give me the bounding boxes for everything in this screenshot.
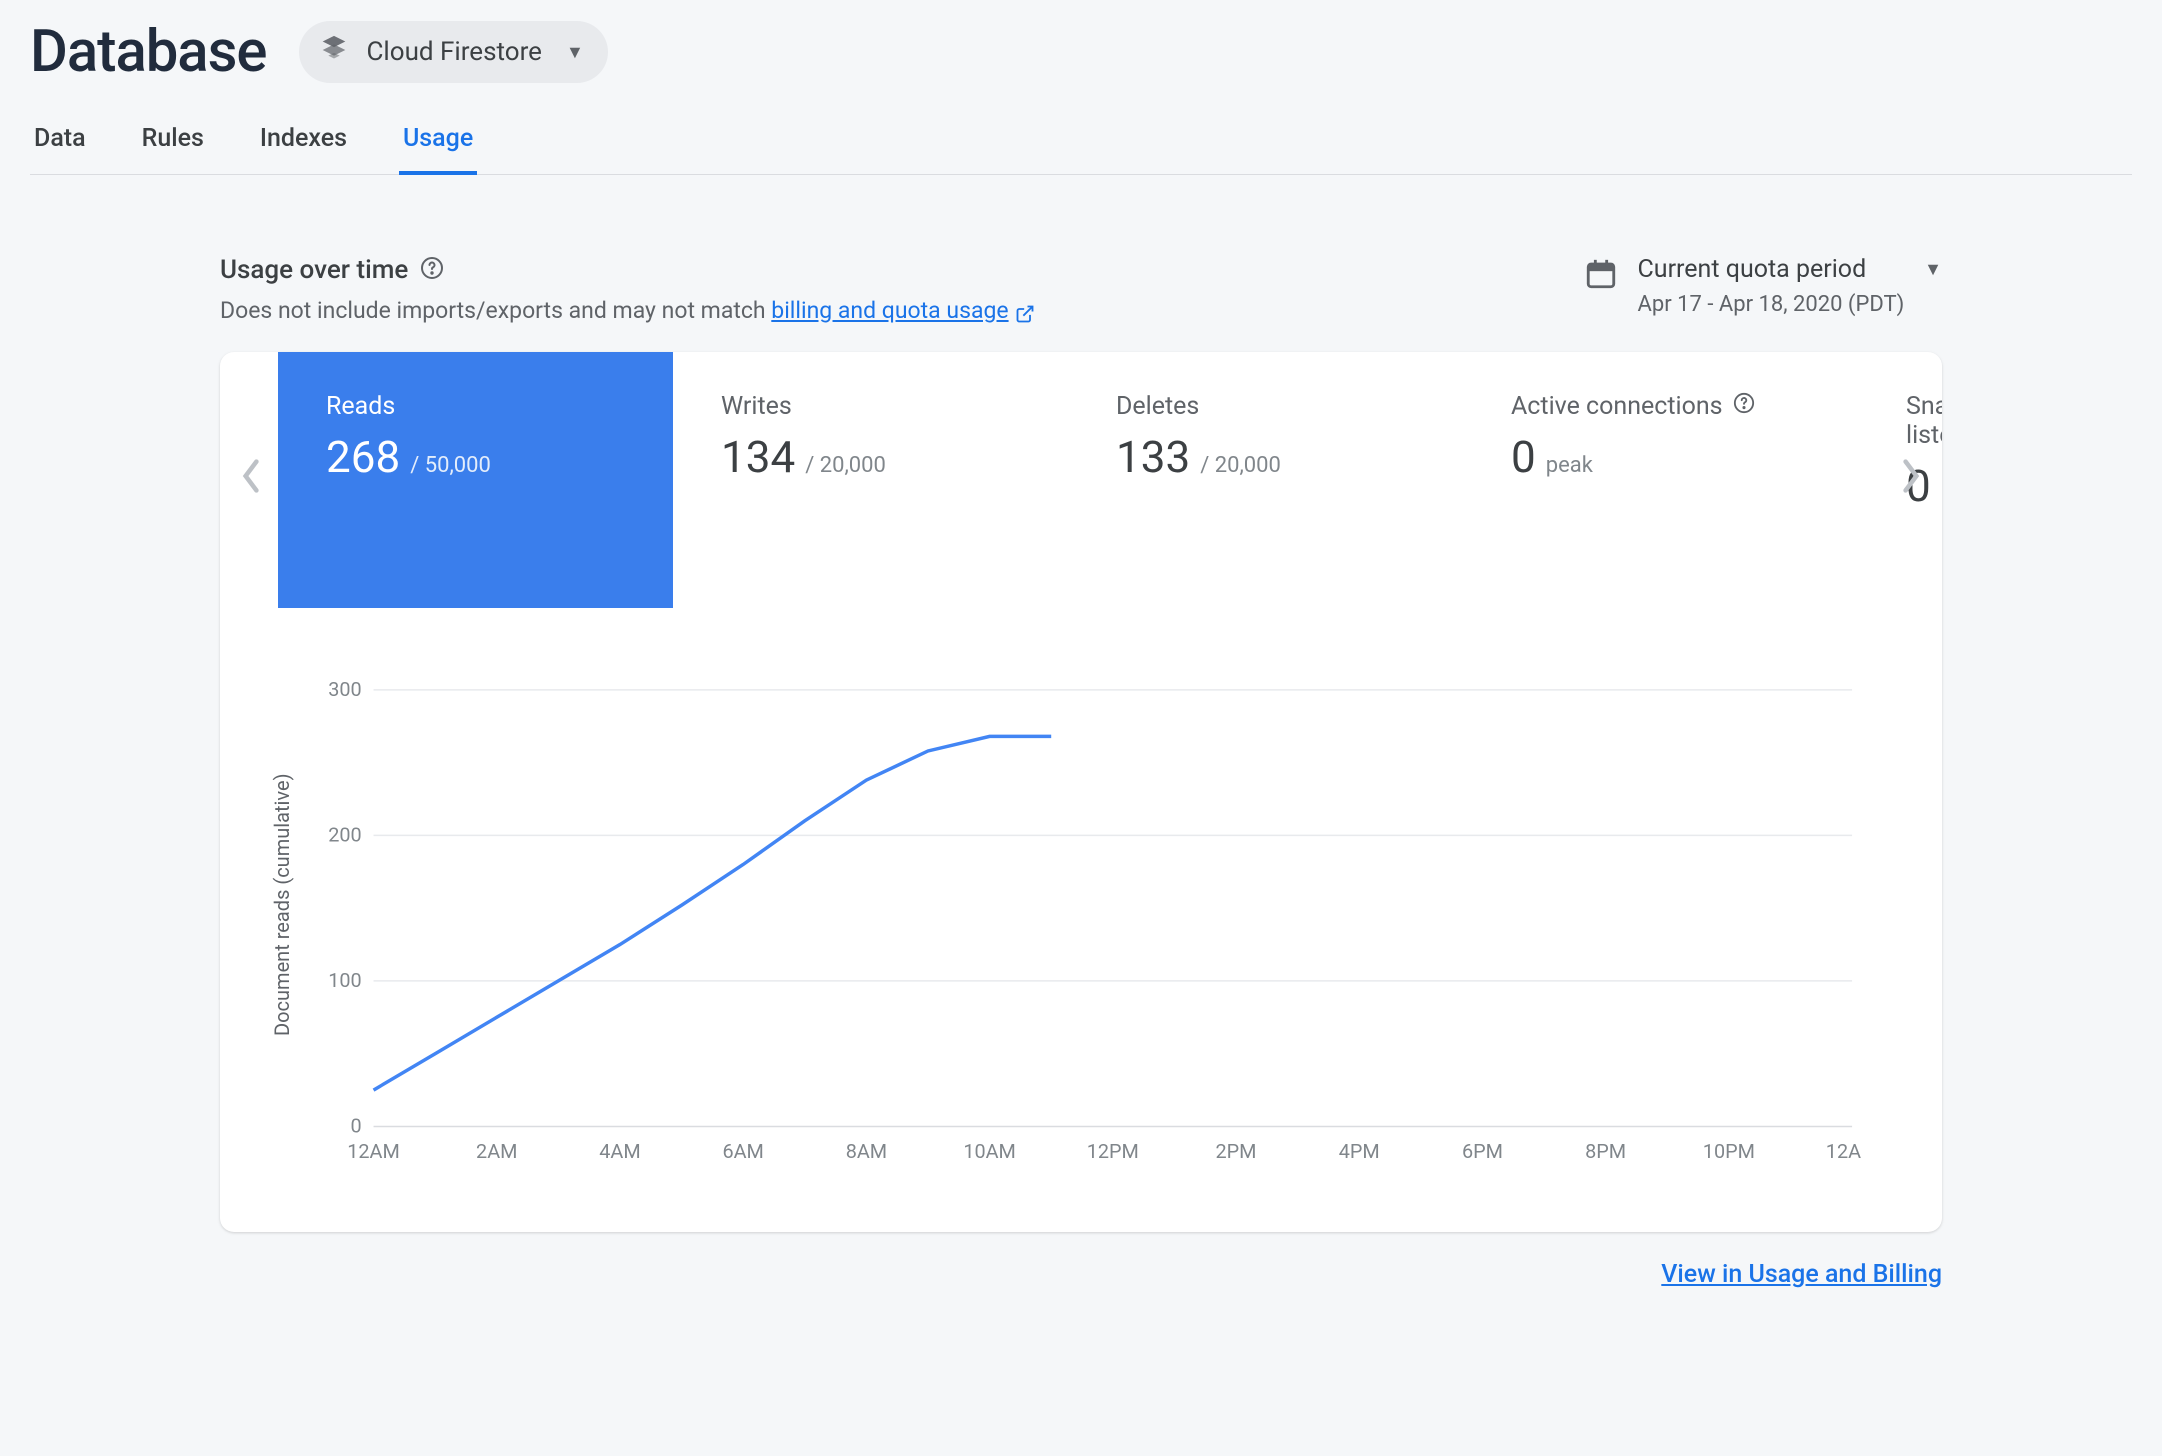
- y-axis-label: Document reads (cumulative): [270, 678, 294, 1132]
- metric-value: 0: [1511, 431, 1536, 483]
- metric-card-active-connections[interactable]: Active connections 0 peak: [1463, 352, 1858, 608]
- tab-indexes[interactable]: Indexes: [256, 114, 351, 175]
- database-selector-label: Cloud Firestore: [367, 37, 542, 67]
- metric-limit: / 20,000: [805, 453, 886, 478]
- chevron-left-icon[interactable]: [230, 448, 272, 512]
- metric-limit: / 50,000: [410, 453, 491, 478]
- metric-suffix: peak: [1546, 453, 1593, 478]
- database-selector-dropdown[interactable]: Cloud Firestore ▼: [299, 21, 608, 83]
- period-range: Apr 17 - Apr 18, 2020 (PDT): [1638, 292, 1942, 317]
- page-title: Database: [30, 18, 267, 86]
- firestore-icon: [317, 33, 351, 71]
- help-icon[interactable]: [1733, 392, 1755, 421]
- tab-rules[interactable]: Rules: [138, 114, 208, 175]
- metric-card-writes[interactable]: Writes 134 / 20,000: [673, 352, 1068, 608]
- metric-label: Active connections: [1511, 392, 1810, 421]
- metric-card-deletes[interactable]: Deletes 133 / 20,000: [1068, 352, 1463, 608]
- tab-data[interactable]: Data: [30, 114, 90, 175]
- svg-text:8AM: 8AM: [846, 1140, 887, 1163]
- svg-text:4PM: 4PM: [1339, 1140, 1380, 1163]
- line-chart: 0 100 200 300 12AM 2AM 4AM 6AM 8AM 10AM 12PM 2PM 4PM…: [314, 678, 1862, 1178]
- period-selector[interactable]: Current quota period ▼ Apr 17 - Apr 18, …: [1584, 255, 1942, 317]
- calendar-icon: [1584, 255, 1618, 295]
- metric-card-reads[interactable]: Reads 268 / 50,000: [278, 352, 673, 608]
- chevron-right-icon[interactable]: [1890, 448, 1932, 512]
- metric-label: Reads: [326, 392, 625, 421]
- svg-text:12AM: 12AM: [1826, 1140, 1862, 1163]
- metric-label: Snapshot listeners: [1906, 392, 1942, 450]
- svg-text:6AM: 6AM: [722, 1140, 763, 1163]
- svg-text:10AM: 10AM: [963, 1140, 1016, 1163]
- svg-text:6PM: 6PM: [1462, 1140, 1503, 1163]
- svg-text:0: 0: [350, 1114, 361, 1137]
- chart-series-reads: [374, 736, 1052, 1090]
- svg-text:12AM: 12AM: [347, 1140, 400, 1163]
- svg-text:100: 100: [328, 969, 361, 992]
- metric-value: 133: [1116, 431, 1190, 483]
- section-title: Usage over time: [220, 255, 408, 285]
- usage-card: Reads268/ 50,000Writes134/ 20,000Deletes…: [220, 352, 1942, 1232]
- billing-quota-link[interactable]: billing and quota usage: [771, 297, 1008, 324]
- tabs-bar: Data Rules Indexes Usage: [30, 114, 2132, 175]
- svg-text:2PM: 2PM: [1216, 1140, 1257, 1163]
- metric-limit: / 20,000: [1200, 453, 1281, 478]
- chevron-down-icon: ▼: [566, 42, 584, 63]
- metric-value: 268: [326, 431, 400, 483]
- svg-text:10PM: 10PM: [1703, 1140, 1755, 1163]
- help-icon[interactable]: [420, 256, 444, 284]
- svg-text:2AM: 2AM: [476, 1140, 517, 1163]
- svg-text:300: 300: [328, 678, 361, 701]
- external-link-icon: [1009, 297, 1035, 324]
- svg-text:200: 200: [328, 823, 361, 846]
- chevron-down-icon: ▼: [1924, 259, 1942, 280]
- svg-text:4AM: 4AM: [599, 1140, 640, 1163]
- metric-suffix: peak: [1941, 482, 1942, 507]
- metric-label: Deletes: [1116, 392, 1415, 421]
- metric-value: 134: [721, 431, 795, 483]
- tab-usage[interactable]: Usage: [399, 114, 477, 175]
- period-label: Current quota period: [1638, 255, 1867, 284]
- svg-text:12PM: 12PM: [1087, 1140, 1139, 1163]
- metric-label: Writes: [721, 392, 1020, 421]
- view-usage-billing-link[interactable]: View in Usage and Billing: [1661, 1260, 1942, 1289]
- section-subtitle: Does not include imports/exports and may…: [220, 297, 1035, 324]
- svg-text:8PM: 8PM: [1585, 1140, 1626, 1163]
